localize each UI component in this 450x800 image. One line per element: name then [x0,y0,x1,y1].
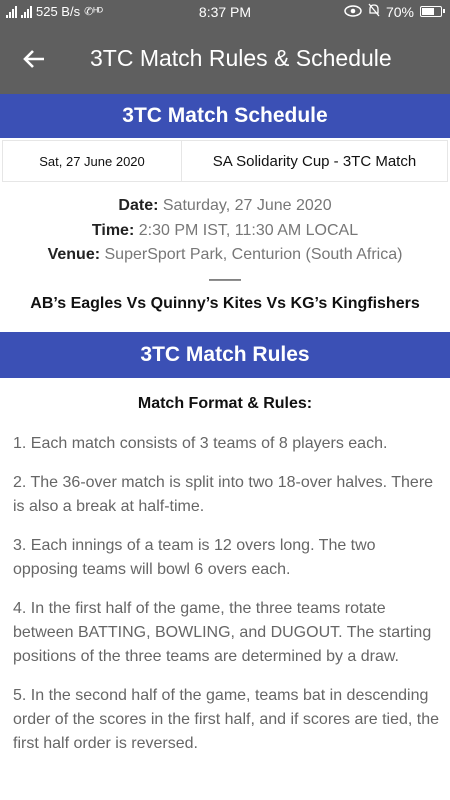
rule-item: 3. Each innings of a team is 12 overs lo… [13,537,376,578]
rule-item: 5. In the second half of the game, teams… [13,687,439,752]
mute-bell-icon [368,3,380,20]
battery-percent: 70% [385,3,414,20]
schedule-date-cell: Sat, 27 June 2020 [3,141,182,181]
schedule-table-row: Sat, 27 June 2020 SA Solidarity Cup - 3T… [2,140,448,182]
rule-item: 2. The 36-over match is split into two 1… [13,474,434,515]
rules-header: 3TC Match Rules [0,332,450,378]
back-button[interactable] [14,44,54,74]
date-value: Saturday, 27 June 2020 [162,197,332,214]
venue-label: Venue: [47,246,101,263]
status-bar: 525 B/s ✆ᴴᴰ 8:37 PM 70% [0,0,450,24]
rules-list: 1. Each match consists of 3 teams of 8 p… [13,432,443,771]
status-right: 70% [344,3,445,20]
schedule-event-cell: SA Solidarity Cup - 3TC Match [212,152,417,170]
page-title: 3TC Match Rules & Schedule [90,45,392,71]
venue-line: Venue: SuperSport Park, Centurion (South… [0,243,450,268]
time-line: Time: 2:30 PM IST, 11:30 AM LOCAL [0,219,450,244]
schedule-details: Date: Saturday, 27 June 2020 Time: 2:30 … [0,194,450,317]
eye-icon [344,4,362,20]
rule-item: 1. Each match consists of 3 teams of 8 p… [13,435,388,452]
date-label: Date: [118,197,159,214]
app-bar: 3TC Match Rules & Schedule [0,24,450,94]
arrow-left-icon [23,50,44,68]
teams-line: AB’s Eagles Vs Quinny’s Kites Vs KG’s Ki… [30,295,420,312]
separator: —— [209,270,241,288]
time-label: Time: [91,221,135,239]
time-value: 2:30 PM IST, 11:30 AM LOCAL [138,221,359,239]
battery-icon [420,6,445,17]
schedule-header: 3TC Match Schedule [0,94,450,138]
venue-value: SuperSport Park, Centurion (South Africa… [104,246,403,263]
rule-item: 4. In the first half of the game, the th… [13,600,432,665]
date-line: Date: Saturday, 27 June 2020 [0,194,450,219]
rules-subtitle: Match Format & Rules: [137,395,313,412]
